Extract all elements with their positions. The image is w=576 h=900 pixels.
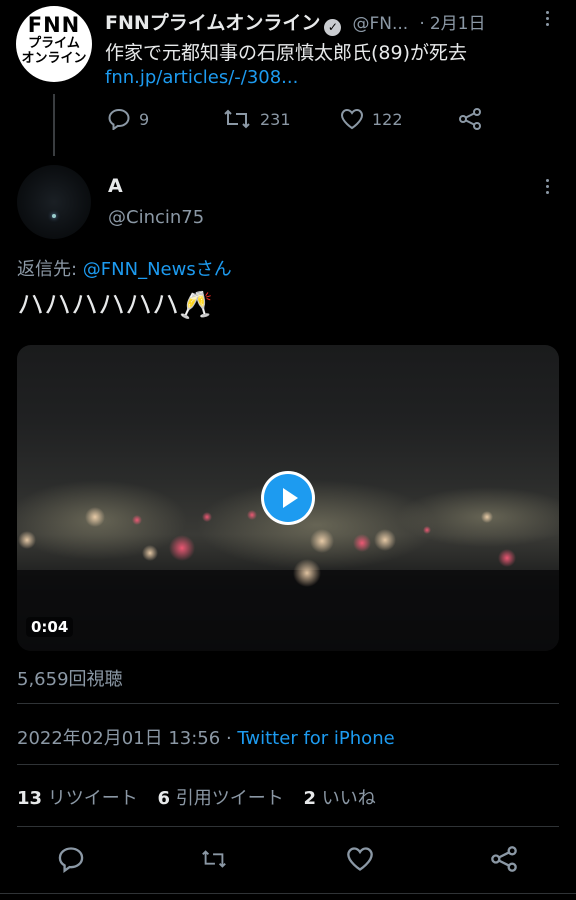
view-count: 5,659回視聴: [17, 669, 123, 690]
like-stat[interactable]: 2 いいね: [304, 788, 376, 809]
like-icon: [347, 847, 373, 871]
like-count: 122: [372, 109, 403, 129]
quote-stat[interactable]: 6 引用ツイート: [158, 788, 284, 809]
quote-stat-count: 6: [157, 788, 171, 809]
tweet-date[interactable]: 2月1日: [430, 14, 486, 34]
tweet-metadata: 2022年02月01日 13:56 · Twitter for iPhone: [17, 724, 395, 750]
display-name[interactable]: FNNプライムオンライン: [105, 12, 320, 34]
engagement-stats: 13 リツイート 6 引用ツイート 2 いいね: [17, 784, 376, 810]
like-icon: [340, 108, 364, 130]
retweet-icon: [224, 109, 250, 129]
reply-to-prefix: 返信先:: [17, 259, 83, 280]
divider: [17, 826, 559, 827]
reply-to-line: 返信先: @FNN_Newsさん: [17, 255, 232, 281]
tweet-source[interactable]: Twitter for iPhone: [237, 728, 394, 749]
tweet-timestamp[interactable]: 2022年02月01日 13:56: [17, 728, 220, 749]
separator: ·: [220, 728, 238, 749]
retweet-icon: [202, 850, 226, 868]
like-stat-count: 2: [303, 788, 317, 809]
tweet-text: ハハハハハハ🥂: [17, 290, 213, 321]
like-stat-label: いいね: [321, 788, 376, 809]
display-name[interactable]: A: [108, 175, 123, 197]
reply-to-handle[interactable]: @FNN_News: [83, 259, 196, 280]
thread-connector: [53, 94, 55, 156]
avatar[interactable]: FNN プライム オンライン: [16, 6, 92, 82]
retweet-button[interactable]: 231: [222, 108, 291, 130]
user-handle[interactable]: @FN...: [353, 14, 409, 34]
share-button[interactable]: [490, 845, 518, 877]
reply-count: 9: [139, 109, 150, 129]
separator: ·: [419, 14, 425, 34]
user-handle[interactable]: @Cincin75: [108, 207, 204, 228]
play-button[interactable]: [261, 471, 315, 525]
avatar-logo-text: プライム: [28, 36, 80, 51]
avatar[interactable]: [17, 165, 91, 239]
avatar-logo-text: オンライン: [21, 51, 87, 66]
like-button[interactable]: 122: [340, 108, 403, 130]
video-duration: 0:04: [26, 617, 74, 637]
reply-icon: [58, 847, 84, 873]
like-button[interactable]: [346, 845, 374, 877]
retweet-button[interactable]: [200, 845, 228, 877]
divider: [0, 893, 576, 894]
share-icon: [459, 108, 481, 130]
reply-icon: [108, 108, 130, 130]
reply-to-suffix: さん: [195, 259, 232, 280]
more-icon[interactable]: [546, 11, 550, 29]
reply-button[interactable]: 9: [107, 108, 149, 130]
more-icon[interactable]: [546, 179, 550, 197]
reply-button[interactable]: [57, 845, 85, 877]
retweet-stat-label: リツイート: [47, 788, 138, 809]
divider: [17, 703, 559, 704]
play-icon: [283, 488, 298, 508]
tweet-header: FNNプライムオンライン ✓ @FN... · 2月1日: [105, 8, 535, 36]
quote-stat-label: 引用ツイート: [175, 788, 284, 809]
retweet-count: 231: [260, 109, 291, 129]
tweet-link[interactable]: fnn.jp/articles/-/308...: [105, 67, 298, 88]
divider: [17, 764, 559, 765]
share-icon: [491, 846, 517, 872]
tweet-text: 作家で元都知事の石原慎太郎氏(89)が死去: [105, 42, 468, 64]
avatar-logo-text: FNN: [27, 13, 81, 37]
retweet-stat[interactable]: 13 リツイート: [17, 788, 138, 809]
share-button[interactable]: [458, 108, 482, 130]
retweet-stat-count: 13: [17, 788, 43, 809]
verified-icon: ✓: [324, 19, 342, 36]
